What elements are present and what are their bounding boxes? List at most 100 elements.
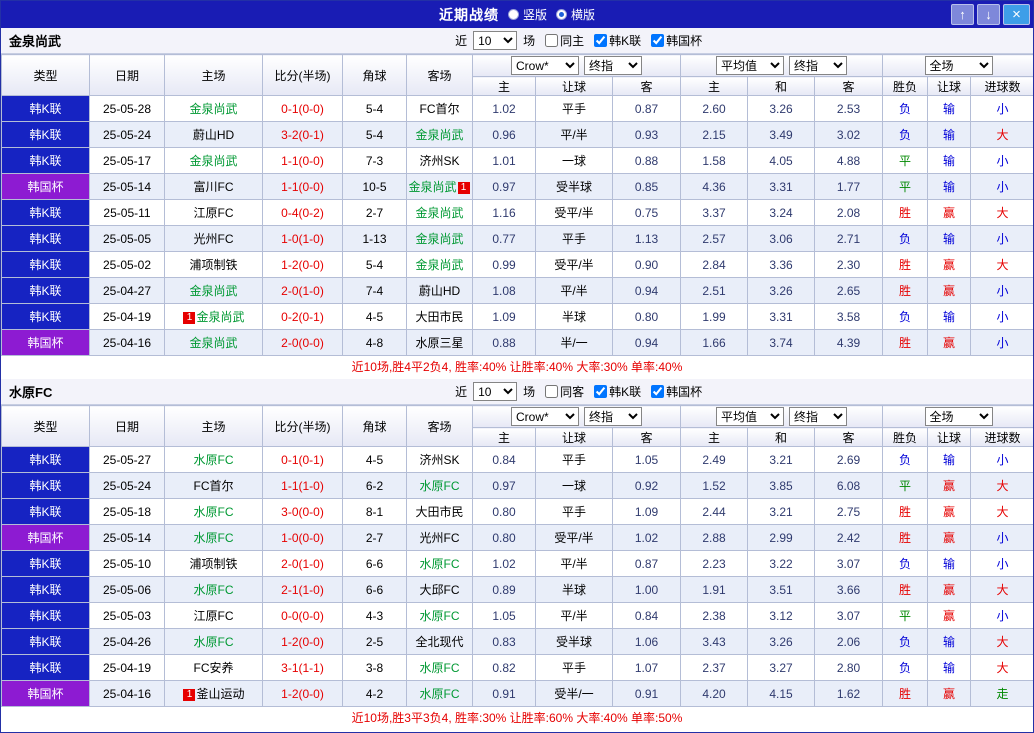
match-date-cell: 25-05-24 bbox=[89, 121, 165, 148]
handicap-home-odds-cell: 1.08 bbox=[472, 277, 536, 304]
same-away-checkbox[interactable] bbox=[545, 385, 559, 398]
goals-result-cell: 大 bbox=[970, 576, 1033, 603]
handicap-result-cell: 赢 bbox=[927, 251, 971, 278]
team-name: 济州SK bbox=[419, 154, 460, 168]
avg-away-odds-cell: 2.80 bbox=[814, 654, 883, 681]
away-team-cell: 大田市民 bbox=[406, 303, 473, 330]
sub-header-handicap-home: 主 bbox=[472, 76, 536, 96]
kleague-filter[interactable]: 韩K联 bbox=[587, 383, 641, 400]
avg-draw-odds-cell: 3.21 bbox=[747, 446, 815, 473]
column-header-away: 客场 bbox=[406, 405, 473, 447]
team-name: 全北现代 bbox=[415, 635, 464, 649]
handicap-home-odds-cell: 0.80 bbox=[472, 524, 536, 551]
average-odds-select[interactable]: 平均值 bbox=[716, 56, 784, 75]
home-team-cell: 水原FC bbox=[164, 498, 263, 525]
same-home-filter[interactable]: 同主 bbox=[538, 32, 584, 49]
team-name: 金泉尚武 bbox=[189, 102, 238, 116]
move-down-button[interactable]: ↓ bbox=[977, 4, 1000, 25]
win-result-cell: 胜 bbox=[882, 524, 928, 551]
match-date-cell: 25-05-14 bbox=[89, 524, 165, 551]
home-team-cell: 金泉尚武 bbox=[164, 95, 263, 122]
avg-draw-odds-cell: 3.21 bbox=[747, 498, 815, 525]
win-result-cell: 胜 bbox=[882, 199, 928, 226]
avg-home-odds-cell: 2.51 bbox=[680, 277, 748, 304]
match-date-cell: 25-05-28 bbox=[89, 95, 165, 122]
team-name: 浦项制铁 bbox=[189, 557, 238, 571]
near-label: 近 bbox=[455, 34, 468, 48]
avg-home-odds-cell: 2.37 bbox=[680, 654, 748, 681]
handicap-away-odds-cell: 0.93 bbox=[612, 121, 681, 148]
corners-cell: 5-4 bbox=[342, 95, 407, 122]
handicap-line-cell: 一球 bbox=[535, 147, 613, 174]
match-row: 韩国杯 25-04-16 1 釜山运动 1-2(0-0) 4-2 水原FC 0.91 受半/一 0… bbox=[1, 680, 1033, 707]
league-type-cell: 韩K联 bbox=[1, 628, 90, 655]
handicap-away-odds-cell: 1.00 bbox=[612, 576, 681, 603]
matches-label: 场 bbox=[523, 385, 536, 399]
match-row: 韩K联 25-05-24 蔚山HD 3-2(0-1) 5-4 金泉尚武 0.96 平/半 0.9… bbox=[1, 121, 1033, 148]
match-date-cell: 25-05-24 bbox=[89, 472, 165, 499]
match-row: 韩K联 25-05-06 水原FC 2-1(1-0) 6-6 大邱FC 0.89 半球 1.00… bbox=[1, 576, 1033, 603]
avg-away-odds-cell: 3.07 bbox=[814, 550, 883, 577]
move-up-button[interactable]: ↑ bbox=[951, 4, 974, 25]
avg-away-odds-cell: 2.65 bbox=[814, 277, 883, 304]
radio-icon-vertical[interactable] bbox=[507, 9, 519, 20]
handicap-result-cell: 输 bbox=[927, 654, 971, 681]
fulltime-select[interactable]: 全场 bbox=[924, 56, 993, 75]
home-team-cell: 水原FC bbox=[164, 628, 263, 655]
team-name: 金泉尚武 bbox=[189, 154, 238, 168]
final-odds-select-2[interactable]: 终指 bbox=[789, 56, 847, 75]
match-date-cell: 25-05-14 bbox=[89, 173, 165, 200]
sub-header-handicap-line: 让球 bbox=[535, 427, 613, 447]
home-team-cell: 浦项制铁 bbox=[164, 550, 263, 577]
score-cell: 1-1(1-0) bbox=[262, 472, 343, 499]
layout-option-horizontal[interactable]: 横版 bbox=[556, 6, 595, 23]
match-count-select[interactable]: 10 bbox=[473, 31, 518, 50]
radio-icon-horizontal[interactable] bbox=[556, 9, 567, 20]
fulltime-select[interactable]: 全场 bbox=[924, 407, 993, 426]
match-row: 韩K联 25-05-24 FC首尔 1-1(1-0) 6-2 水原FC 0.97 一球 0.92… bbox=[1, 472, 1033, 499]
sub-header-handicap-line: 让球 bbox=[535, 76, 613, 96]
kleague-checkbox[interactable] bbox=[594, 34, 608, 47]
win-result-cell: 平 bbox=[882, 173, 928, 200]
same-home-checkbox[interactable] bbox=[545, 34, 559, 47]
handicap-home-odds-cell: 1.05 bbox=[472, 602, 536, 629]
average-odds-select[interactable]: 平均值 bbox=[716, 407, 784, 426]
score-cell: 2-0(0-0) bbox=[262, 329, 343, 356]
window-title: 近期战绩 bbox=[438, 6, 499, 23]
match-row: 韩国杯 25-05-14 富川FC 1-1(0-0) 10-5 金泉尚武 1 0.97 受半球 0… bbox=[1, 173, 1033, 200]
handicap-result-cell: 赢 bbox=[927, 199, 971, 226]
handicap-home-odds-cell: 0.80 bbox=[472, 498, 536, 525]
same-away-filter[interactable]: 同客 bbox=[538, 383, 584, 400]
korean-cup-checkbox[interactable] bbox=[651, 385, 665, 398]
team-name: 金泉尚武 bbox=[189, 284, 238, 298]
kleague-checkbox[interactable] bbox=[594, 385, 608, 398]
avg-home-odds-cell: 2.84 bbox=[680, 251, 748, 278]
final-odds-select[interactable]: 终指 bbox=[584, 56, 642, 75]
korean-cup-filter[interactable]: 韩国杯 bbox=[644, 383, 702, 400]
match-date-cell: 25-04-19 bbox=[89, 654, 165, 681]
bookmaker-select[interactable]: Crow* bbox=[511, 56, 579, 75]
team-name: 富川FC bbox=[193, 180, 234, 194]
match-count-select[interactable]: 10 bbox=[473, 382, 518, 401]
korean-cup-checkbox[interactable] bbox=[651, 34, 665, 47]
handicap-home-odds-cell: 0.88 bbox=[472, 329, 536, 356]
close-button[interactable]: × bbox=[1003, 4, 1030, 25]
sub-header-result-goals: 进球数 bbox=[970, 427, 1033, 447]
match-date-cell: 25-05-05 bbox=[89, 225, 165, 252]
final-odds-select-2[interactable]: 终指 bbox=[789, 407, 847, 426]
bookmaker-select[interactable]: Crow* bbox=[511, 407, 579, 426]
layout-option-vertical[interactable]: 竖版 bbox=[507, 6, 547, 23]
team-name: 蔚山HD bbox=[418, 284, 461, 298]
korean-cup-label: 韩国杯 bbox=[666, 385, 703, 399]
final-odds-select[interactable]: 终指 bbox=[584, 407, 642, 426]
handicap-line-cell: 平/半 bbox=[535, 121, 613, 148]
kleague-filter[interactable]: 韩K联 bbox=[587, 32, 641, 49]
corners-cell: 7-3 bbox=[342, 147, 407, 174]
handicap-away-odds-cell: 0.94 bbox=[612, 329, 681, 356]
home-team-cell: 金泉尚武 bbox=[164, 329, 263, 356]
home-team-cell: 富川FC bbox=[164, 173, 263, 200]
score-cell: 1-2(0-0) bbox=[262, 628, 343, 655]
kleague-label: 韩K联 bbox=[609, 385, 642, 399]
match-row: 韩K联 25-05-03 江原FC 0-0(0-0) 4-3 水原FC 1.05 平/半 0.8… bbox=[1, 602, 1033, 629]
korean-cup-filter[interactable]: 韩国杯 bbox=[644, 32, 702, 49]
